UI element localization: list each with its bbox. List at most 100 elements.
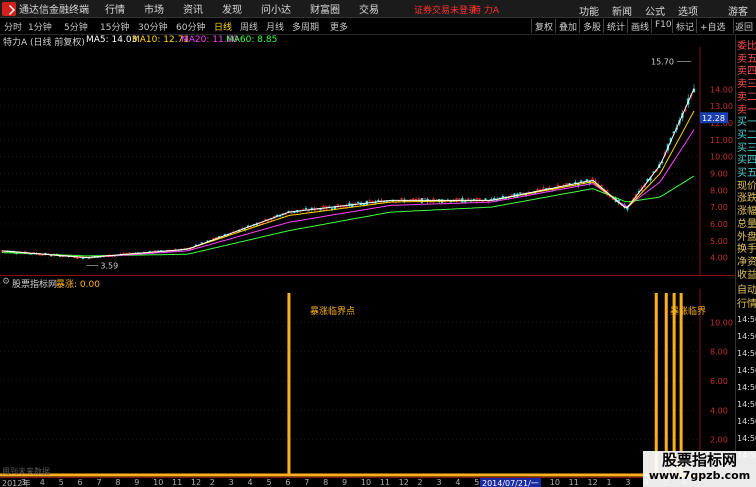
tool-adjust[interactable]: 复权 <box>531 19 556 33</box>
candle-body <box>585 179 589 182</box>
date-tick-label: 11 <box>379 478 390 487</box>
tick-time: 14:50 <box>737 349 756 358</box>
candle-body <box>319 208 322 211</box>
menu-bar: 通达信金融终端 行情 市场 资讯 发现 问小达 财富圈 交易 证券交易未登录 特… <box>0 0 756 18</box>
login-warning[interactable]: 证券交易未登录 <box>414 3 477 16</box>
date-tick-label: 12 <box>587 478 598 487</box>
period-more[interactable]: 更多 <box>330 20 348 33</box>
signal-bar <box>654 293 658 475</box>
date-tick-label: 10 <box>153 478 164 487</box>
date-tick-label: 5 <box>58 478 64 487</box>
menu-item-ask[interactable]: 问小达 <box>261 1 291 16</box>
side-panel-lower-label: 自动 <box>737 285 756 296</box>
quote-side-panel: 委比 卖五 卖四 卖三 卖二 卖一 买一 买二 买三 买四 买五 现价 涨跌 涨幅 总量 外盘 换手 净资 收益 自动… <box>735 35 756 477</box>
tool-multi-stock[interactable]: 多股 <box>579 19 604 33</box>
watermark-title: 股票指标网 <box>661 451 737 469</box>
ma60-value: MA60: 8.85 <box>226 35 278 45</box>
price-tick-label: 7.00 <box>710 203 728 212</box>
period-multi[interactable]: 多周期 <box>292 20 319 33</box>
price-tick-label: 5.00 <box>710 237 728 246</box>
date-tick-label: 3 <box>436 478 442 487</box>
tool-draw[interactable]: 画线 <box>627 19 652 33</box>
price-tick-label: 10.00 <box>710 153 733 162</box>
menu-item-options[interactable]: 选项 <box>678 3 698 18</box>
period-daily[interactable]: 日线 <box>214 20 232 33</box>
date-tick-label: 2012年 <box>2 479 31 487</box>
menu-item-market[interactable]: 市场 <box>144 1 164 16</box>
price-tick-label: 13.00 <box>710 102 733 111</box>
menu-item-discover[interactable]: 发现 <box>222 1 242 16</box>
period-intraday[interactable]: 分时 <box>4 20 22 33</box>
date-tick-label: 11 <box>172 478 183 487</box>
date-tick-label: 4 <box>247 478 253 487</box>
tick-time: 14:50 <box>737 332 756 341</box>
side-panel-lower-label: 行情 <box>737 299 756 310</box>
signal-bar <box>664 293 668 475</box>
period-1min[interactable]: 1分钟 <box>28 20 52 33</box>
ma-info-line: 特力A (日线 前复权) MA5: 14.03 MA10: 12.71 MA20… <box>0 35 700 48</box>
tool-stats[interactable]: 统计 <box>603 19 628 33</box>
menu-item-quotes[interactable]: 行情 <box>105 1 125 16</box>
menu-item-function[interactable]: 功能 <box>579 3 599 18</box>
date-tick-label: 7 <box>96 478 102 487</box>
tool-mark[interactable]: 标记 <box>672 19 697 33</box>
period-60min[interactable]: 60分钟 <box>176 20 205 33</box>
period-5min[interactable]: 5分钟 <box>64 20 88 33</box>
signal-bar <box>679 293 683 475</box>
period-monthly[interactable]: 月线 <box>266 20 284 33</box>
menu-item-trade[interactable]: 交易 <box>359 1 379 16</box>
indicator-tick-label: 4.00 <box>710 406 728 415</box>
date-tick-label: 5 <box>266 478 272 487</box>
candle-body <box>356 201 360 204</box>
candle-body <box>50 255 53 257</box>
date-tick-label: 4 <box>39 478 45 487</box>
price-tick-label: 8.00 <box>710 186 728 195</box>
menu-item-wealth[interactable]: 财富圈 <box>310 1 340 16</box>
candle-body <box>519 192 522 194</box>
signal-bar <box>287 293 291 475</box>
date-tick-label: 9 <box>134 478 140 487</box>
price-chart[interactable]: 4.005.006.007.008.009.0010.0011.0012.001… <box>0 47 735 276</box>
indicator-tick-label: 8.00 <box>710 348 728 357</box>
settings-icon[interactable]: ⚙ <box>2 277 10 287</box>
candle-body <box>472 198 476 201</box>
candle-body <box>81 257 85 260</box>
tool-overlay[interactable]: 叠加 <box>555 19 580 33</box>
date-tick-label: 8 <box>115 478 121 487</box>
tool-back[interactable]: 返回 <box>733 19 756 33</box>
date-tick-label: 2 <box>209 478 215 487</box>
menu-item-formula[interactable]: 公式 <box>645 3 665 18</box>
date-tick-label: 10 <box>360 478 372 487</box>
date-tick-label: 11 <box>568 478 579 487</box>
ma-line-ma20 <box>1 129 695 259</box>
indicator-tick-label: 6.00 <box>710 377 728 386</box>
price-tick-label: 11.00 <box>710 136 733 145</box>
tick-time: 14:50 <box>737 315 756 324</box>
period-weekly[interactable]: 周线 <box>240 20 258 33</box>
candle-body <box>423 198 426 200</box>
candle-body <box>377 200 380 202</box>
date-tick-label: 8 <box>323 478 329 487</box>
price-tick-label: 14.00 <box>710 85 733 94</box>
candle-body <box>484 198 487 201</box>
guest-label[interactable]: 游客 <box>728 3 748 18</box>
menu-item-news[interactable]: 资讯 <box>183 1 203 16</box>
candle-body <box>362 203 366 205</box>
menu-item-headlines[interactable]: 新闻 <box>612 3 632 18</box>
indicator-chart[interactable]: 2.00 4.00 6.00 8.00 10.00 暴涨临界点 暴涨临界 用到未来数据 <box>0 289 735 477</box>
indicator-header: ⚙ 股票指标网 暴涨: 0.00 <box>0 277 700 290</box>
date-tick-label: 3 <box>625 478 631 487</box>
selected-date: 2014/07/21/一 <box>480 478 541 487</box>
date-tick-label: 4 <box>455 478 461 487</box>
candle-body <box>38 254 41 256</box>
future-data-note: 用到未来数据 <box>2 466 50 476</box>
indicator-tick-label: 10.00 <box>710 318 733 327</box>
period-15min[interactable]: 15分钟 <box>100 20 129 33</box>
tick-time: 14:50 <box>737 383 756 392</box>
price-tick-label: 4.00 <box>710 254 728 263</box>
tool-add-favorite[interactable]: +自选 <box>696 19 729 33</box>
candles <box>0 84 696 260</box>
period-30min[interactable]: 30分钟 <box>138 20 167 33</box>
tick-time: 14:50 <box>737 434 756 443</box>
low-price-label: 3.59 <box>100 261 118 270</box>
